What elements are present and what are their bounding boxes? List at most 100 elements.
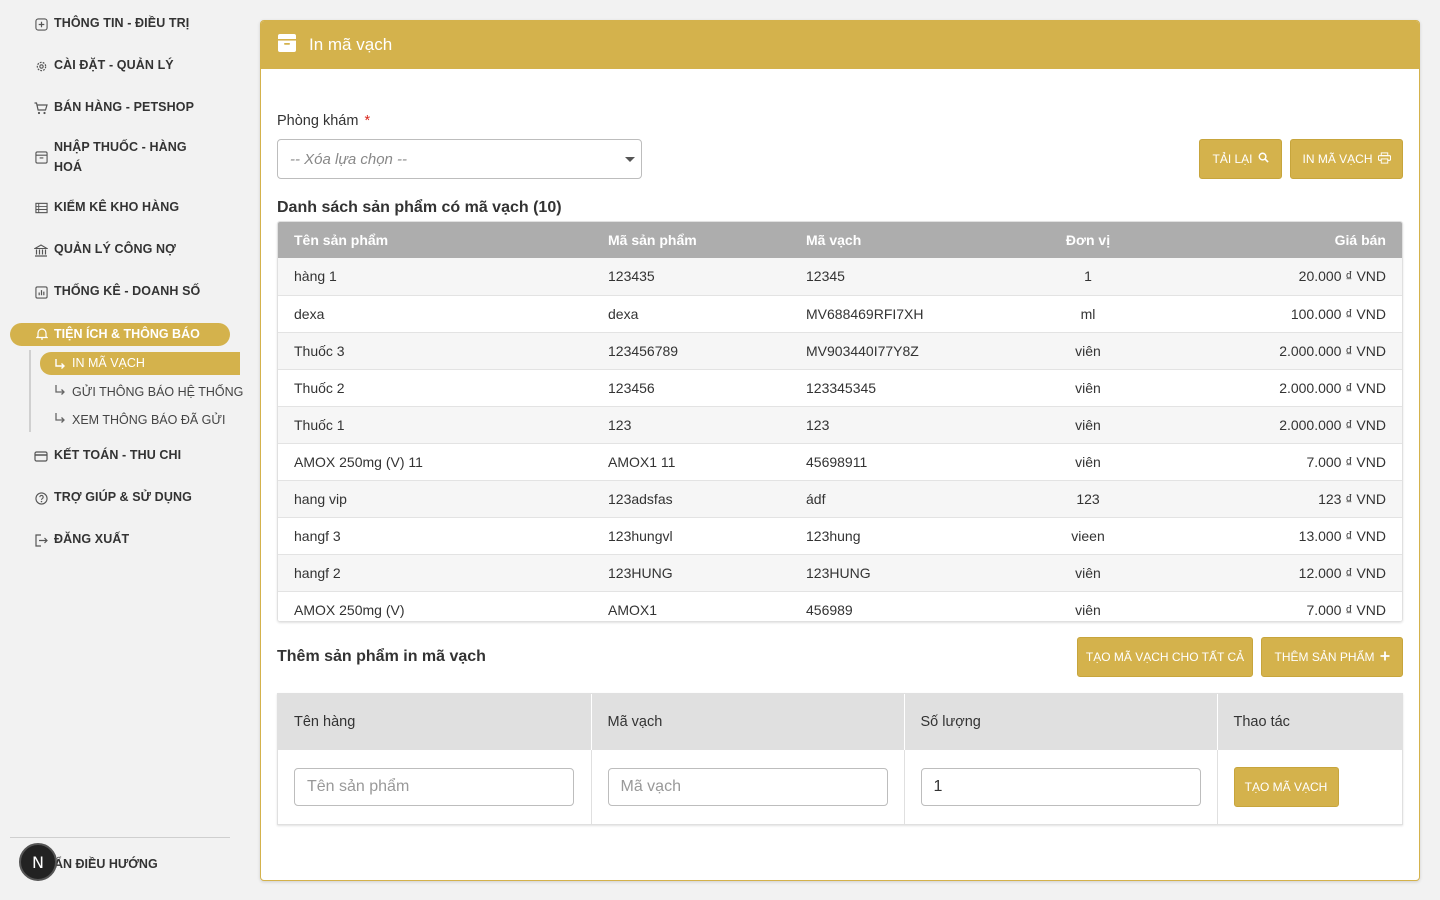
clinic-label: Phòng khám * xyxy=(277,113,370,129)
print-button-label: IN MÃ VẠCH xyxy=(1302,152,1373,166)
cell-code: 123HUNG xyxy=(592,554,790,592)
cell-name-input xyxy=(278,750,592,824)
cell-unit: vieen xyxy=(1010,517,1166,555)
cell-name: dexa xyxy=(278,295,592,333)
product-name-input[interactable] xyxy=(294,768,574,806)
cell-name: Thuốc 1 xyxy=(278,406,592,444)
col-header[interactable]: Mã vạch xyxy=(790,222,1010,258)
add-table-header-row: Tên hàng Mã vạch Số lượng Thao tác xyxy=(278,694,1402,750)
sub-arrow-icon xyxy=(54,384,66,399)
print-barcode-button[interactable]: IN MÃ VẠCH xyxy=(1290,139,1403,179)
nav-label: QUẢN LÝ CÔNG NỢ xyxy=(54,242,176,256)
archive-icon xyxy=(277,33,297,58)
sub-item-in-ma-vach[interactable]: IN MÃ VẠCH xyxy=(40,352,240,375)
archive-icon xyxy=(34,150,48,164)
panel-header: In mã vạch xyxy=(261,21,1419,69)
add-product-table: Tên hàng Mã vạch Số lượng Thao tác TẠO M… xyxy=(277,693,1403,825)
bank-icon xyxy=(34,243,48,257)
table-row[interactable]: Thuốc 1 123 123 viên 2.000.000 ₫ VND xyxy=(278,406,1402,444)
col-header: Tên hàng xyxy=(278,694,592,750)
table-row[interactable]: AMOX 250mg (V) 11 AMOX1 11 45698911 viên 7.0… xyxy=(278,443,1402,481)
clinic-select[interactable]: -- Xóa lựa chọn -- xyxy=(277,139,642,179)
nav-item-tien-ich-active[interactable]: TIỆN ÍCH & THÔNG BÁO xyxy=(10,323,230,346)
add-product-label: THÊM SẢN PHẨM xyxy=(1274,650,1375,664)
table-row[interactable]: dexa dexa MV688469RFI7XH ml 100.000 ₫ VND xyxy=(278,295,1402,333)
col-header: Thao tác xyxy=(1217,694,1402,750)
nav-item-ban-hang[interactable]: BÁN HÀNG - PETSHOP xyxy=(34,100,194,117)
add-product-button[interactable]: THÊM SẢN PHẨM xyxy=(1261,637,1403,677)
table-row[interactable]: hangf 2 123HUNG 123HUNG viên 12.000 ₫ VND xyxy=(278,554,1402,592)
sub-label: IN MÃ VẠCH xyxy=(72,356,145,370)
nav-label: NHẬP THUỐC - HÀNG HOÁ xyxy=(54,137,187,177)
table-row[interactable]: hàng 1 123435 12345 1 20.000 ₫ VND xyxy=(278,258,1402,296)
sub-item-xem-thong-bao[interactable]: XEM THÔNG BÁO ĐÃ GỬI xyxy=(54,412,226,427)
cell-barcode: 123hung xyxy=(790,517,1010,555)
nav-item-cong-no[interactable]: QUẢN LÝ CÔNG NỢ xyxy=(34,242,176,259)
nav-label: THỐNG KÊ - DOANH SỐ xyxy=(54,284,201,298)
sub-item-gui-thong-bao[interactable]: GỬI THÔNG BÁO HỆ THỐNG xyxy=(54,384,243,399)
nav-item-dang-xuat[interactable]: ĐĂNG XUẤT xyxy=(34,532,129,549)
product-table[interactable]: Tên sản phẩm Mã sản phẩm Mã vạch Đơn vị … xyxy=(277,221,1403,622)
cell-barcode: 123 xyxy=(790,406,1010,444)
table-header-row: Tên sản phẩm Mã sản phẩm Mã vạch Đơn vị … xyxy=(278,222,1402,258)
col-header: Mã vạch xyxy=(591,694,905,750)
table-row[interactable]: Thuốc 2 123456 123345345 viên 2.000.000 ₫ VN… xyxy=(278,369,1402,407)
barcode-input[interactable] xyxy=(607,768,888,806)
col-header[interactable]: Giá bán xyxy=(1166,222,1402,258)
cell-price: 100.000 ₫ VND xyxy=(1166,295,1402,333)
nav-item-kiem-ke[interactable]: KIỂM KÊ KHO HÀNG xyxy=(34,200,179,217)
cell-quantity-input xyxy=(904,750,1218,824)
table-row[interactable]: AMOX 250mg (V) AMOX1 456989 viên 7.000 ₫ VND xyxy=(278,591,1402,621)
cell-barcode: MV903440I77Y8Z xyxy=(790,332,1010,370)
nav-item-thong-ke[interactable]: THỐNG KÊ - DOANH SỐ xyxy=(34,284,200,301)
gear-icon xyxy=(34,59,48,73)
n-badge[interactable]: N xyxy=(19,843,57,881)
cell-name: hàng 1 xyxy=(278,258,592,296)
nav-item-ket-toan[interactable]: KẾT TOÁN - THU CHI xyxy=(34,448,181,465)
quantity-input[interactable] xyxy=(920,768,1201,806)
cell-code: 123456789 xyxy=(592,332,790,370)
cart-icon xyxy=(34,101,48,115)
collapse-nav-button[interactable]: ẨN ĐIỀU HƯỚNG xyxy=(54,857,158,871)
cell-price: 12.000 ₫ VND xyxy=(1166,554,1402,592)
create-barcode-button[interactable]: TẠO MÃ VẠCH xyxy=(1233,767,1339,807)
generate-all-barcodes-button[interactable]: TẠO MÃ VẠCH CHO TẤT CẢ xyxy=(1077,637,1253,677)
nav-label-line2: HOÁ xyxy=(54,160,83,174)
nav-item-cai-dat[interactable]: CÀI ĐẶT - QUẢN LÝ xyxy=(34,58,174,75)
medical-icon xyxy=(34,17,48,31)
col-header[interactable]: Tên sản phẩm xyxy=(278,222,592,258)
nav-item-nhap-thuoc[interactable]: NHẬP THUỐC - HÀNG HOÁ xyxy=(34,140,187,177)
barcode-panel: In mã vạch Phòng khám * -- Xóa lựa chọn … xyxy=(260,20,1420,881)
cell-code: 123hungvl xyxy=(592,517,790,555)
panel-title: In mã vạch xyxy=(309,35,393,54)
table-row[interactable]: hangf 3 123hungvl 123hung vieen 13.000 ₫ VND xyxy=(278,517,1402,555)
cell-price: 2.000.000 ₫ VND xyxy=(1166,406,1402,444)
clinic-label-text: Phòng khám xyxy=(277,113,359,129)
submenu-line xyxy=(29,350,31,432)
nav-label: TRỢ GIÚP & SỬ DỤNG xyxy=(54,490,192,504)
cell-price: 20.000 ₫ VND xyxy=(1166,258,1402,296)
sub-arrow-icon xyxy=(54,412,66,427)
reload-button[interactable]: TẢI LẠI xyxy=(1199,139,1282,179)
col-header[interactable]: Mã sản phẩm xyxy=(592,222,790,258)
nav-label: CÀI ĐẶT - QUẢN LÝ xyxy=(54,58,174,72)
reload-button-label: TẢI LẠI xyxy=(1212,152,1253,166)
table-row[interactable]: hang vip 123adsfas ádf 123 123 ₫ VND xyxy=(278,480,1402,518)
cell-barcode: 123345345 xyxy=(790,369,1010,407)
nav-label: THÔNG TIN - ĐIỀU TRỊ xyxy=(54,16,190,30)
nav-item-thong-tin-dieu-tri[interactable]: THÔNG TIN - ĐIỀU TRỊ xyxy=(34,16,189,33)
cell-unit: viên xyxy=(1010,406,1166,444)
cell-unit: 1 xyxy=(1010,258,1166,296)
table-row[interactable]: Thuốc 3 123456789 MV903440I77Y8Z viên 2.000.… xyxy=(278,332,1402,370)
cell-barcode: 123HUNG xyxy=(790,554,1010,592)
nav-item-tro-giup[interactable]: TRỢ GIÚP & SỬ DỤNG xyxy=(34,490,192,507)
cell-code: AMOX1 xyxy=(592,591,790,621)
cell-barcode: 12345 xyxy=(790,258,1010,296)
nav-label: ĐĂNG XUẤT xyxy=(54,532,130,546)
cell-price: 7.000 ₫ VND xyxy=(1166,591,1402,621)
plus-icon xyxy=(1380,650,1390,664)
cell-unit: 123 xyxy=(1010,480,1166,518)
col-header[interactable]: Đơn vị xyxy=(1010,222,1166,258)
sidebar: THÔNG TIN - ĐIỀU TRỊ CÀI ĐẶT - QUẢN LÝ B… xyxy=(0,0,250,900)
bell-icon xyxy=(35,327,49,345)
